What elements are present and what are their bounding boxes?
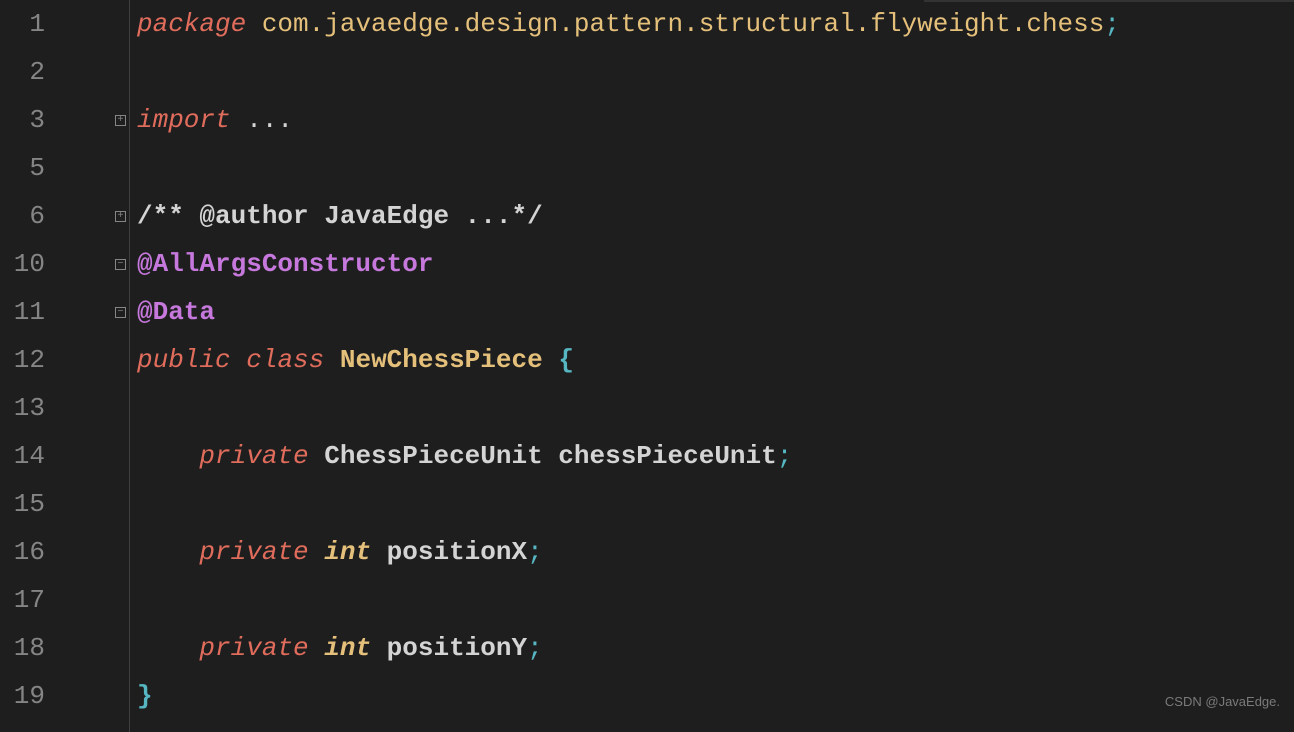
line-number[interactable]: 15 xyxy=(0,480,45,528)
close-brace: } xyxy=(137,681,153,711)
keyword-package: package xyxy=(137,9,246,39)
keyword-private: private xyxy=(199,441,308,471)
package-name: com.javaedge.design.pattern.structural.f… xyxy=(262,9,1105,39)
line-number[interactable]: 2 xyxy=(0,48,45,96)
keyword-import: import xyxy=(137,105,231,135)
semicolon: ; xyxy=(527,537,543,567)
field-positionx: positionX xyxy=(387,537,527,567)
class-name: NewChessPiece xyxy=(340,345,543,375)
line-number[interactable]: 3 xyxy=(0,96,45,144)
line-number[interactable]: 1 xyxy=(0,0,45,48)
field-positiony: positionY xyxy=(387,633,527,663)
code-line-blank xyxy=(137,480,1294,528)
line-number[interactable]: 11 xyxy=(0,288,45,336)
watermark-text: CSDN @JavaEdge. xyxy=(1165,678,1280,726)
open-brace: { xyxy=(558,345,574,375)
keyword-private: private xyxy=(199,633,308,663)
type-chesspieceunit: ChessPieceUnit xyxy=(324,441,542,471)
javadoc-comment: /** @author JavaEdge ...*/ xyxy=(137,201,543,231)
fold-column xyxy=(65,0,125,732)
code-content-area[interactable]: package com.javaedge.design.pattern.stru… xyxy=(125,0,1294,732)
line-number[interactable]: 10 xyxy=(0,240,45,288)
line-number[interactable]: 5 xyxy=(0,144,45,192)
type-int: int xyxy=(324,633,371,663)
type-int: int xyxy=(324,537,371,567)
line-number[interactable]: 14 xyxy=(0,432,45,480)
line-number[interactable]: 13 xyxy=(0,384,45,432)
code-line-class-decl: public class NewChessPiece { xyxy=(137,336,1294,384)
semicolon: ; xyxy=(777,441,793,471)
line-number[interactable]: 17 xyxy=(0,576,45,624)
field-chesspieceunit: chessPieceUnit xyxy=(558,441,776,471)
code-line-field: private ChessPieceUnit chessPieceUnit; xyxy=(137,432,1294,480)
line-number[interactable]: 18 xyxy=(0,624,45,672)
code-line-package: package com.javaedge.design.pattern.stru… xyxy=(137,0,1294,48)
folded-ellipsis[interactable]: ... xyxy=(231,105,293,135)
line-number[interactable]: 16 xyxy=(0,528,45,576)
code-line-blank xyxy=(137,48,1294,96)
line-number-gutter: 1 2 3 5 6 10 11 12 13 14 15 16 17 18 19 xyxy=(0,0,65,732)
code-line-blank xyxy=(137,144,1294,192)
code-editor: 1 2 3 5 6 10 11 12 13 14 15 16 17 18 19 … xyxy=(0,0,1294,732)
line-number[interactable]: 12 xyxy=(0,336,45,384)
code-line-annotation: @Data xyxy=(137,288,1294,336)
annotation-data: @Data xyxy=(137,297,215,327)
keyword-class: class xyxy=(246,345,324,375)
code-line-blank xyxy=(137,576,1294,624)
keyword-public: public xyxy=(137,345,231,375)
line-number[interactable]: 6 xyxy=(0,192,45,240)
code-line-javadoc: /** @author JavaEdge ...*/ xyxy=(137,192,1294,240)
code-line-field: private int positionX; xyxy=(137,528,1294,576)
code-line-blank xyxy=(137,384,1294,432)
annotation-allargsconstructor: @AllArgsConstructor xyxy=(137,249,433,279)
code-line-import: import ... xyxy=(137,96,1294,144)
code-line-annotation: @AllArgsConstructor xyxy=(137,240,1294,288)
semicolon: ; xyxy=(1104,9,1120,39)
keyword-private: private xyxy=(199,537,308,567)
semicolon: ; xyxy=(527,633,543,663)
line-number[interactable]: 19 xyxy=(0,672,45,720)
code-line-field: private int positionY; xyxy=(137,624,1294,672)
code-line-close-brace: } xyxy=(137,672,1294,720)
